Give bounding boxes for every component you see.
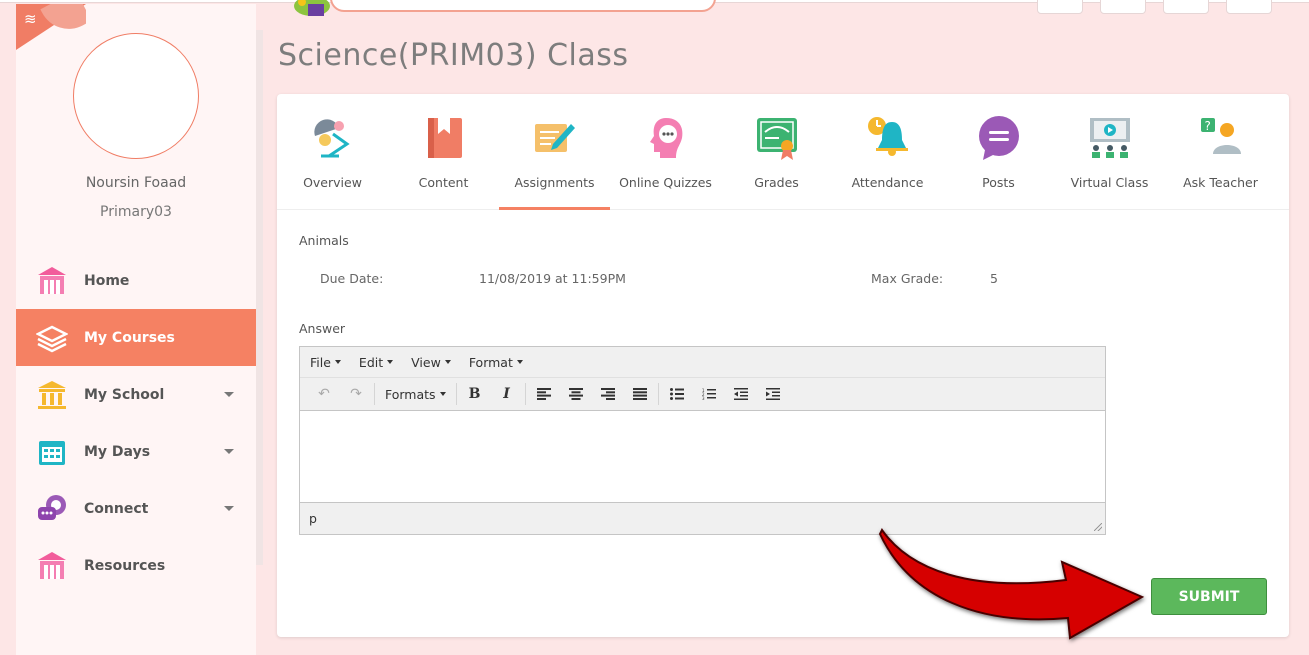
active-tab-indicator bbox=[499, 207, 610, 210]
tab-label: Virtual Class bbox=[1070, 175, 1149, 190]
max-grade-value: 5 bbox=[990, 271, 998, 286]
menu-edit[interactable]: Edit bbox=[359, 355, 394, 370]
page-title: Science(PRIM03) Class bbox=[278, 38, 629, 73]
sidebar-item-label: My Courses bbox=[84, 329, 175, 346]
header-button-1[interactable] bbox=[1037, 0, 1083, 14]
sidebar-item-label: My Days bbox=[84, 443, 151, 460]
bullet-list-icon[interactable] bbox=[661, 381, 693, 407]
sidebar-scrollbar[interactable] bbox=[256, 30, 263, 565]
answer-label: Answer bbox=[299, 321, 346, 336]
header-button-2[interactable] bbox=[1100, 0, 1146, 14]
menu-view[interactable]: View bbox=[411, 355, 451, 370]
book-stack-icon bbox=[35, 322, 69, 354]
tab-label: Overview bbox=[303, 175, 362, 190]
sidebar-item-label: Connect bbox=[84, 500, 149, 517]
chat-bubble-icon bbox=[36, 493, 68, 525]
rich-text-editor: File Edit View Format ↶ ↷ Formats B I 1 … bbox=[299, 346, 1106, 535]
desk-lamp-icon bbox=[309, 114, 357, 162]
tab-label: Attendance bbox=[851, 175, 924, 190]
svg-text:?: ? bbox=[1205, 119, 1211, 133]
menu-file[interactable]: File bbox=[310, 355, 341, 370]
sidebar-item-connect[interactable]: Connect bbox=[16, 480, 256, 537]
assignment-title: Animals bbox=[299, 233, 349, 248]
max-grade-label: Max Grade: bbox=[871, 271, 944, 286]
calendar-icon bbox=[36, 436, 68, 468]
chevron-down-icon[interactable] bbox=[224, 506, 234, 511]
redo-icon[interactable]: ↷ bbox=[340, 381, 372, 407]
speech-bubble-icon bbox=[975, 114, 1023, 162]
question-person-icon: ? bbox=[1197, 114, 1245, 162]
tab-label: Assignments bbox=[514, 175, 595, 190]
notepad-pen-icon bbox=[531, 114, 579, 162]
align-justify-icon[interactable] bbox=[624, 381, 656, 407]
user-class: Primary03 bbox=[100, 204, 172, 220]
sidebar-item-my-school[interactable]: My School bbox=[16, 366, 256, 423]
editor-menubar: File Edit View Format bbox=[300, 347, 1105, 378]
corner-ribbon: ≋ bbox=[16, 4, 86, 50]
due-date-label: Due Date: bbox=[320, 271, 384, 286]
book-icon bbox=[420, 114, 468, 162]
red-arrow-annotation bbox=[878, 528, 1145, 640]
tab-overview[interactable]: Overview bbox=[277, 94, 388, 210]
align-center-icon[interactable] bbox=[560, 381, 592, 407]
sidebar-item-my-days[interactable]: My Days bbox=[16, 423, 256, 480]
outdent-icon[interactable] bbox=[725, 381, 757, 407]
header-button-4[interactable] bbox=[1226, 0, 1272, 14]
numbered-list-icon[interactable]: 123 bbox=[693, 381, 725, 407]
italic-icon[interactable]: I bbox=[491, 381, 523, 407]
mascot-logo bbox=[290, 0, 334, 20]
indent-icon[interactable] bbox=[757, 381, 789, 407]
element-path[interactable]: p bbox=[309, 511, 317, 526]
school-building-icon bbox=[36, 265, 68, 297]
bank-icon bbox=[36, 379, 68, 411]
sidebar-item-home[interactable]: Home bbox=[16, 252, 256, 309]
school-building-icon bbox=[36, 550, 68, 582]
tab-label: Posts bbox=[982, 175, 1015, 190]
menu-format[interactable]: Format bbox=[469, 355, 523, 370]
align-left-icon[interactable] bbox=[528, 381, 560, 407]
chevron-down-icon[interactable] bbox=[224, 449, 234, 454]
course-tabs: Overview Content Assignments Online Quiz… bbox=[277, 94, 1289, 210]
sidebar-item-label: Home bbox=[84, 272, 130, 289]
undo-icon[interactable]: ↶ bbox=[308, 381, 340, 407]
bell-clock-icon bbox=[864, 114, 912, 162]
tab-ask-teacher[interactable]: ? Ask Teacher bbox=[1165, 94, 1276, 210]
due-date-value: 11/08/2019 at 11:59PM bbox=[479, 271, 626, 286]
sidebar-item-label: Resources bbox=[84, 557, 166, 574]
sidebar-item-resources[interactable]: Resources bbox=[16, 537, 256, 594]
bold-icon[interactable]: B bbox=[459, 381, 491, 407]
tab-label: Online Quizzes bbox=[619, 175, 712, 190]
header-button-3[interactable] bbox=[1163, 0, 1209, 14]
avatar[interactable] bbox=[73, 33, 199, 159]
tab-assignments[interactable]: Assignments bbox=[499, 94, 610, 210]
presentation-icon bbox=[1086, 114, 1134, 162]
search-bar[interactable] bbox=[330, 0, 716, 12]
sidebar-item-my-courses[interactable]: My Courses bbox=[16, 309, 256, 366]
certificate-icon bbox=[753, 114, 801, 162]
sidebar-item-label: My School bbox=[84, 386, 165, 403]
tab-attendance[interactable]: Attendance bbox=[832, 94, 943, 210]
submit-button[interactable]: SUBMIT bbox=[1151, 578, 1267, 615]
editor-toolbar: ↶ ↷ Formats B I 12 3 bbox=[300, 378, 1105, 411]
svg-text:3: 3 bbox=[702, 396, 705, 400]
user-name: Noursin Foaad bbox=[85, 175, 187, 191]
tab-label: Grades bbox=[754, 175, 799, 190]
sidebar-nav: Home My Courses My School My Days Connec… bbox=[16, 252, 256, 594]
tab-online-quizzes[interactable]: Online Quizzes bbox=[610, 94, 721, 210]
tab-label: Content bbox=[418, 175, 469, 190]
align-right-icon[interactable] bbox=[592, 381, 624, 407]
graduation-cap-icon: ≋ bbox=[24, 10, 37, 28]
chevron-down-icon[interactable] bbox=[224, 392, 234, 397]
tab-virtual-class[interactable]: Virtual Class bbox=[1054, 94, 1165, 210]
tab-content[interactable]: Content bbox=[388, 94, 499, 210]
tab-grades[interactable]: Grades bbox=[721, 94, 832, 210]
tab-label: Ask Teacher bbox=[1183, 175, 1258, 190]
editor-content-area[interactable] bbox=[300, 411, 1105, 502]
formats-dropdown[interactable]: Formats bbox=[377, 381, 454, 407]
head-thought-icon bbox=[642, 114, 690, 162]
tab-posts[interactable]: Posts bbox=[943, 94, 1054, 210]
